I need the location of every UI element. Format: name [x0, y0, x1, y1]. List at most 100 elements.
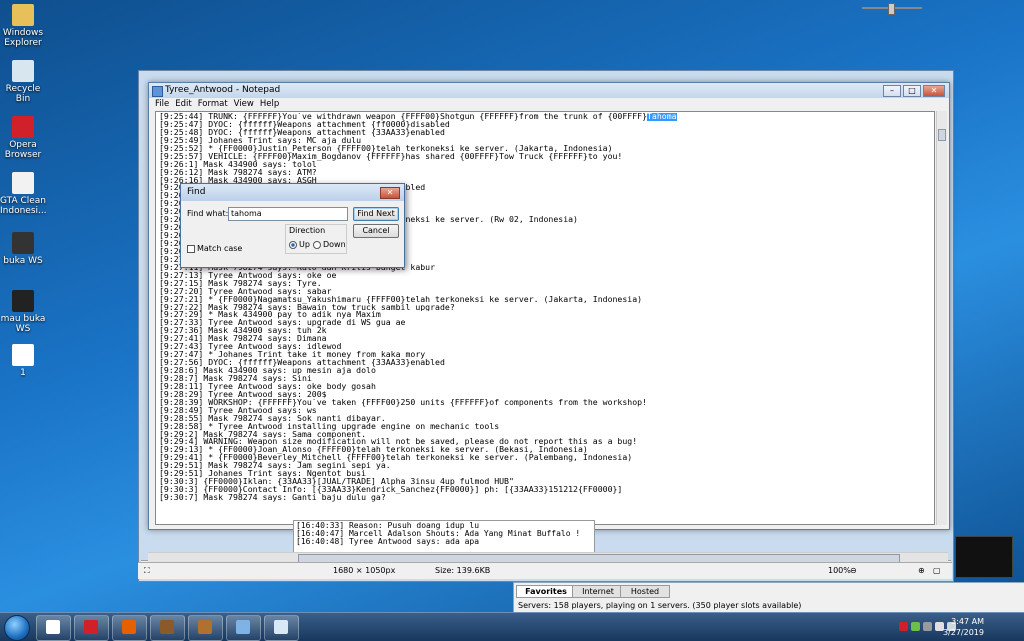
desktop-icon[interactable]: GTA Clean Indonesi... [0, 172, 47, 216]
find-next-button[interactable]: Find Next [353, 207, 399, 221]
menu-item-help[interactable]: Help [260, 99, 279, 109]
desktop-icon[interactable]: Windows Explorer [0, 4, 46, 48]
taskbar-button[interactable] [264, 615, 299, 641]
log-line: [9:27:41] Mask 798274 says: Dimana [159, 335, 327, 344]
maximize-icon[interactable]: □ [903, 85, 921, 97]
tab-favorites[interactable]: Favorites [516, 585, 576, 598]
direction-down-radio[interactable]: Down [313, 240, 346, 249]
log-line: [9:26:12] Mask 798274 says: ATM? [159, 168, 317, 177]
fullscreen-icon[interactable]: ▢ [933, 563, 941, 579]
log-line: [9:28:6] Mask 434900 says: up mesin aja … [159, 367, 376, 375]
log-line: [9:27:56] DYOC: {ffffff}Weapons attachme… [159, 359, 445, 367]
zoom-out-icon[interactable]: ⊖ [850, 563, 857, 579]
notepad-window[interactable]: Tyree_Antwood - Notepad – □ ✕ File Edit Fo… [148, 82, 950, 530]
desktop-icon-label: mau buka WS [0, 314, 46, 334]
find-what-label: Find what: [187, 209, 229, 218]
menu-item-file[interactable]: File [155, 99, 169, 109]
find-titlebar[interactable]: Find [181, 184, 404, 201]
shortcut-icon [12, 232, 34, 254]
server-browser[interactable]: Favorites Internet Hosted Servers: 158 p… [513, 582, 1024, 616]
log-line: [9:27:33] Tyree Antwood says: upgrade di… [159, 319, 406, 328]
desktop-icon[interactable]: Opera Browser [0, 116, 46, 160]
log-line: [9:25:48] DYOC: {ffffff}Weapons attachme… [159, 128, 445, 137]
notepad-titlebar[interactable]: Tyree_Antwood - Notepad – □ ✕ [149, 83, 949, 98]
gta-icon [198, 620, 212, 634]
find-what-input[interactable]: tahoma [228, 207, 348, 221]
nvidia-tray-icon[interactable] [923, 622, 932, 631]
log-line: [9:27:15] Mask 798274 says: Tyre. [159, 279, 322, 288]
log-line: [9:27:20] Tyree Antwood says: sabar [159, 287, 332, 296]
taskbar-button[interactable] [150, 615, 185, 641]
desktop-icon[interactable]: Recycle Bin [0, 60, 46, 104]
taskbar-button[interactable] [226, 615, 261, 641]
log-line: [9:29:13] * {FF0000}Joan_Alonso {FFFF00}… [159, 446, 588, 455]
log-line: [9:25:44] TRUNK: {FFFFFF}You`ve withdraw… [159, 113, 677, 121]
cancel-button[interactable]: Cancel [353, 224, 399, 238]
file-icon [46, 620, 60, 634]
desktop-icon-label: GTA Clean Indonesi... [0, 196, 47, 216]
shortcut-icon [12, 290, 34, 312]
opera-icon [84, 620, 98, 634]
match-case-checkbox[interactable]: Match case [187, 244, 242, 253]
log-line: [9:28:7] Mask 798274 says: Sini [159, 374, 312, 383]
log-line: [9:30:7] Mask 798274 says: Ganti baju du… [159, 494, 386, 502]
scroll-thumb[interactable] [938, 129, 946, 141]
menu-item-view[interactable]: View [234, 99, 254, 109]
log-line: [9:28:39] WORKSHOP: {FFFFFF}You`ve taken… [159, 398, 647, 407]
taskbar-button[interactable] [36, 615, 71, 641]
opera-icon [12, 116, 34, 138]
opera-tray-icon[interactable] [899, 622, 908, 631]
image-viewer-statusbar: ⛶ 1680 × 1050px Size: 139.6KB 100% ⊖ ⊕ ▢ [138, 562, 952, 579]
fit-icon[interactable]: ⛶ [144, 563, 150, 579]
desktop-icon-label: Opera Browser [4, 140, 42, 160]
find-close-icon[interactable]: ✕ [380, 187, 400, 199]
notepad-menubar: File Edit Format View Help [149, 98, 949, 111]
desktop-icon[interactable]: 1 [0, 344, 46, 378]
close-icon[interactable]: ✕ [923, 85, 945, 97]
tab-hosted[interactable]: Hosted [620, 585, 670, 598]
game-icon [160, 620, 174, 634]
log-line: [9:29:51] Johanes Trint says: Ngentot bu… [159, 470, 367, 479]
notepad-title: Tyree_Antwood - Notepad [165, 85, 281, 95]
find-title: Find [187, 187, 206, 197]
recycle-bin-icon [12, 60, 34, 82]
direction-up-radio[interactable]: Up [289, 240, 310, 249]
vertical-scrollbar[interactable] [936, 111, 947, 525]
servers-info: Servers: 158 players, playing on 1 serve… [518, 601, 802, 610]
menu-item-format[interactable]: Format [198, 99, 228, 109]
log-line: [9:30:3] {FF0000}Contact Info: [{33AA33}… [159, 486, 623, 494]
tab-internet[interactable]: Internet [572, 585, 624, 598]
log-line: [9:28:49] Tyree Antwood says: ws [159, 406, 317, 415]
zoom-slider-knob[interactable] [888, 3, 895, 15]
desktop-icon[interactable]: mau buka WS [0, 290, 46, 334]
chat-line: [16:40:48] Tyree Antwood says: ada apa [296, 537, 480, 546]
log-line: [9:28:29] Tyree Antwood says: 200$ [159, 390, 327, 399]
log-line: [9:25:52] * {FF0000}Justin_Peterson {FFF… [159, 144, 613, 153]
log-line: [9:29:4] WARNING: Weapon size modificati… [159, 438, 638, 447]
search-highlight: Tahoma [647, 113, 677, 121]
network-tray-icon[interactable] [911, 622, 920, 631]
dimensions-text: 1680 × 1050px [333, 566, 396, 575]
zoom-in-icon[interactable]: ⊕ [918, 563, 925, 579]
paint-icon [274, 620, 288, 634]
taskbar-button[interactable] [188, 615, 223, 641]
taskbar-button[interactable] [112, 615, 147, 641]
start-button[interactable] [4, 615, 30, 641]
notepad-icon [152, 86, 163, 97]
find-dialog[interactable]: Find ✕ Find what: tahoma Find Next Cance… [180, 183, 405, 268]
notepad-text-area[interactable]: [9:25:44] TRUNK: {FFFFFF}You`ve withdraw… [155, 111, 935, 525]
document-icon [12, 172, 34, 194]
firefox-icon [122, 620, 136, 634]
folder-icon [12, 4, 34, 26]
log-line: [9:25:49] Johanes Trint says: MC aja dul… [159, 136, 362, 145]
minimize-icon[interactable]: – [883, 85, 901, 97]
desktop-icon[interactable]: buka WS [0, 232, 46, 266]
log-line: [9:29:51] Mask 798274 says: Jam segini s… [159, 462, 391, 471]
taskbar-button[interactable] [74, 615, 109, 641]
black-preview-box [955, 536, 1013, 578]
log-line: [9:25:57] VEHICLE: {FFFF00}Maxim_Bogdano… [159, 152, 623, 161]
log-lines: [9:25:44] TRUNK: {FFFFFF}You`ve withdraw… [156, 112, 934, 503]
log-line: [9:27:36] Mask 434900 says: tuh 2k [159, 327, 327, 336]
menu-item-edit[interactable]: Edit [175, 99, 191, 109]
zoom-text: 100% [828, 566, 851, 575]
